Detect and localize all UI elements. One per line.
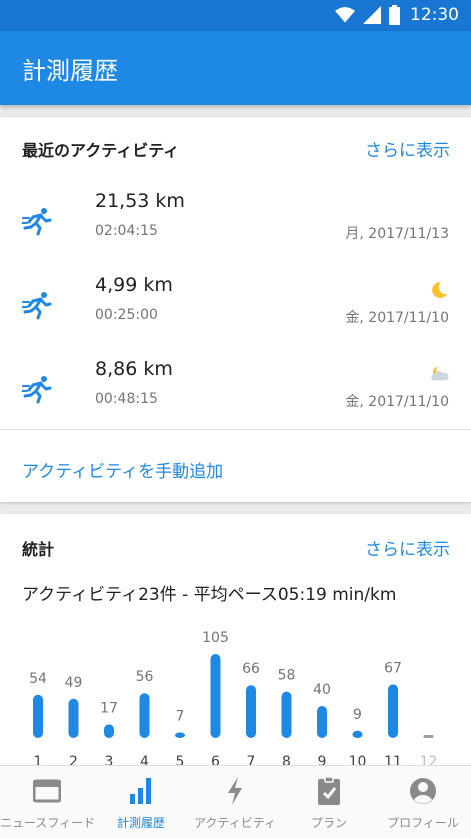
chart-data-label: 9: [353, 707, 362, 723]
statistics-summary: アクティビティ23件 - 平均ペース05:19 min/km: [22, 585, 397, 605]
nav-label: アクティビティ: [194, 816, 276, 830]
chart-data-label: 54: [29, 671, 47, 687]
statistics-card: 統計 さらに表示 アクティビティ23件 - 平均ペース05:19 min/km …: [0, 514, 471, 774]
clock: 12:30: [410, 5, 459, 25]
chart-bar[interactable]: [104, 724, 114, 738]
nav-label: ニュースフィード: [0, 816, 96, 830]
activity-duration: 00:25:00: [95, 307, 158, 323]
profile-icon: [410, 778, 436, 804]
recent-activities-heading: 最近のアクティビティ: [22, 141, 180, 160]
status-bar: 12:30: [0, 0, 471, 31]
clipboard-icon: [318, 776, 340, 805]
chart-bar[interactable]: [423, 735, 434, 738]
chart-data-label: 7: [176, 708, 185, 724]
chart-data-label: 17: [100, 700, 118, 716]
running-icon: [22, 292, 52, 320]
nav-label: プロフィール: [387, 816, 459, 830]
lightning-icon: [228, 777, 242, 805]
activity-distance: 4,99 km: [95, 274, 173, 296]
newsfeed-icon: [33, 779, 61, 803]
page-title: 計測履歴: [22, 57, 118, 85]
activity-date: 月, 2017/11/13: [345, 226, 449, 242]
activity-duration: 00:48:15: [95, 391, 158, 407]
battery-icon: [389, 5, 400, 25]
bar-chart-icon: [130, 778, 151, 804]
activity-item[interactable]: 21,53 km 02:04:15 月, 2017/11/13: [0, 180, 471, 264]
chart-data-label: 49: [65, 675, 83, 691]
bottom-navigation: ニュースフィード 計測履歴 アクティビティ プラン プロフィール: [0, 765, 471, 838]
nav-label: 計測履歴: [116, 816, 165, 830]
moon-icon: [432, 281, 447, 298]
activity-distance: 21,53 km: [95, 190, 185, 212]
statistics-more-link[interactable]: さらに表示: [365, 535, 450, 560]
chart-data-label: 40: [313, 682, 331, 698]
cloud-moon-icon: [431, 366, 449, 381]
add-activity-manually-link[interactable]: アクティビティを手動追加: [22, 457, 223, 482]
chart-data-label: 56: [136, 669, 154, 685]
chart-data-label: 67: [384, 660, 402, 676]
activity-date: 金, 2017/11/10: [345, 310, 449, 326]
running-icon: [22, 376, 52, 404]
app-bar: 計測履歴: [0, 31, 471, 105]
activity-date: 金, 2017/11/10: [345, 394, 449, 410]
chart-bar[interactable]: [68, 698, 79, 738]
chart-bar[interactable]: [281, 691, 292, 738]
chart-bar[interactable]: [175, 732, 185, 738]
chart-bar[interactable]: [210, 654, 221, 738]
recent-more-link[interactable]: さらに表示: [365, 136, 450, 161]
chart-data-label: 66: [242, 661, 260, 677]
nav-item-history[interactable]: 計測履歴: [94, 766, 188, 838]
wifi-icon: [335, 7, 355, 23]
nav-label: プラン: [310, 816, 347, 830]
chart-data-label: 58: [278, 668, 296, 684]
nav-item-activity[interactable]: アクティビティ: [188, 766, 282, 838]
chart-bar[interactable]: [33, 694, 43, 738]
chart-bar[interactable]: [246, 685, 256, 738]
nav-item-newsfeed[interactable]: ニュースフィード: [0, 766, 96, 838]
nav-item-plan[interactable]: プラン: [282, 766, 376, 838]
chart-bar[interactable]: [317, 706, 327, 738]
activity-duration: 02:04:15: [95, 223, 158, 239]
chart-bar[interactable]: [388, 684, 398, 738]
activity-item[interactable]: 4,99 km 00:25:00 金, 2017/11/10: [0, 264, 471, 348]
chart-bar[interactable]: [139, 693, 150, 738]
activity-item[interactable]: 8,86 km 00:48:15 金, 2017/11/10: [0, 348, 471, 432]
divider: [0, 429, 471, 430]
statistics-heading: 統計: [22, 540, 55, 559]
activity-distance: 8,86 km: [95, 358, 173, 380]
chart-bar[interactable]: [352, 730, 363, 738]
recent-activities-card: 最近のアクティビティ さらに表示 21,53 km 02:04:15 月, 20…: [0, 117, 471, 502]
chart-data-label: 105: [202, 630, 229, 646]
monthly-bar-chart: 5414921735647510566675884099106711 12: [29, 630, 437, 770]
nav-item-profile[interactable]: プロフィール: [376, 766, 470, 838]
signal-icon: [363, 6, 381, 24]
running-icon: [22, 208, 52, 236]
